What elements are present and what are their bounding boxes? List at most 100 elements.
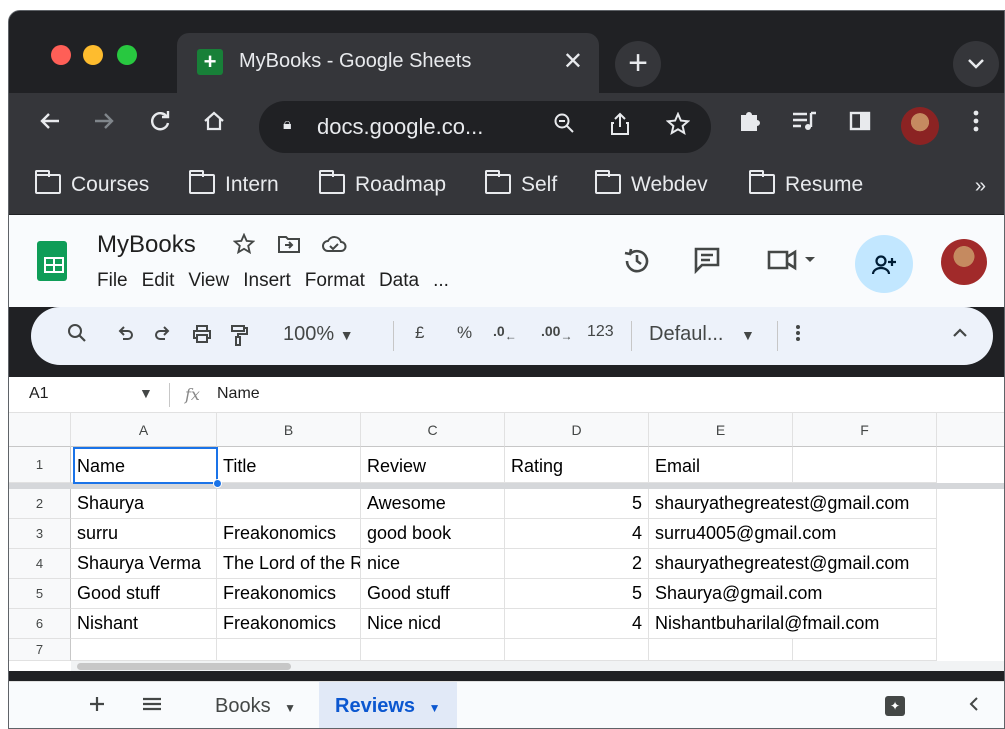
grid-cell[interactable]: Good stuff (71, 579, 217, 609)
profile-avatar[interactable] (901, 107, 939, 145)
move-document-button[interactable] (277, 233, 301, 261)
grid-cell[interactable] (649, 639, 793, 661)
horizontal-scrollbar[interactable] (71, 661, 1004, 671)
version-history-button[interactable] (617, 245, 657, 284)
column-header-a[interactable]: A (71, 413, 217, 447)
menu-file[interactable]: File (97, 270, 128, 291)
grid-cell[interactable]: Shaurya Verma (71, 549, 217, 579)
tab-search-button[interactable] (953, 41, 999, 87)
grid-cell[interactable]: 5 (505, 489, 649, 519)
bookmark-webdev[interactable]: Webdev (595, 170, 708, 203)
grid-cell[interactable]: nice (361, 549, 505, 579)
extensions-button[interactable] (733, 107, 767, 141)
search-menus-button[interactable] (67, 323, 87, 349)
bookmark-star-icon[interactable] (663, 111, 693, 143)
grid-cell[interactable]: shauryathegreatest@gmail.com (649, 489, 937, 519)
grid-cell[interactable]: Awesome (361, 489, 505, 519)
grid-cell[interactable] (793, 447, 937, 483)
side-panel-button[interactable] (843, 107, 877, 141)
bookmark-self[interactable]: Self (485, 170, 557, 203)
row-header[interactable]: 5 (9, 579, 71, 609)
grid-cell[interactable] (71, 639, 217, 661)
grid-cell[interactable]: 4 (505, 609, 649, 639)
cloud-status-button[interactable] (321, 233, 347, 261)
grid-cell[interactable]: Nice nicd (361, 609, 505, 639)
dropdown-arrow-icon[interactable]: ▼ (284, 701, 296, 715)
grid-cell[interactable]: surru (71, 519, 217, 549)
paint-format-button[interactable] (229, 323, 249, 353)
row-header[interactable]: 2 (9, 489, 71, 519)
column-header-b[interactable]: B (217, 413, 361, 447)
grid-cell[interactable]: Name (71, 447, 217, 483)
menu-view[interactable]: View (188, 270, 229, 291)
sheet-tab-books[interactable]: Books ▼ (199, 682, 312, 728)
grid-cell[interactable]: Freakonomics (217, 519, 361, 549)
sheet-tab-reviews[interactable]: Reviews ▼ (319, 682, 457, 728)
all-sheets-button[interactable] (141, 694, 163, 720)
row-header[interactable]: 4 (9, 549, 71, 579)
comments-button[interactable] (687, 245, 727, 282)
bookmark-intern[interactable]: Intern (189, 170, 279, 203)
share-page-icon[interactable] (605, 112, 635, 143)
grid-cell[interactable]: Title (217, 447, 361, 483)
name-box-dropdown-icon[interactable]: ▼ (139, 385, 153, 401)
document-title[interactable]: MyBooks (97, 231, 196, 259)
column-header-e[interactable]: E (649, 413, 793, 447)
tab-close-button[interactable]: ✕ (563, 47, 583, 76)
name-box[interactable]: A1 (29, 385, 49, 403)
menu-insert[interactable]: Insert (243, 270, 291, 291)
format-percent-button[interactable]: % (457, 323, 472, 343)
grid-cell[interactable]: 4 (505, 519, 649, 549)
close-window-button[interactable] (51, 45, 71, 65)
grid-cell[interactable]: Freakonomics (217, 579, 361, 609)
column-header-d[interactable]: D (505, 413, 649, 447)
back-button[interactable] (33, 107, 67, 141)
grid-cell[interactable]: Review (361, 447, 505, 483)
menu-data[interactable]: Data (379, 270, 419, 291)
zoom-select[interactable]: 100% ▼ (283, 323, 354, 346)
account-avatar[interactable] (941, 239, 987, 285)
meet-button[interactable] (765, 245, 825, 282)
font-select[interactable]: Defaul... ▼ (649, 323, 755, 346)
undo-button[interactable] (115, 323, 135, 349)
dropdown-arrow-icon[interactable]: ▼ (429, 701, 441, 715)
menu-edit[interactable]: Edit (142, 270, 175, 291)
row-header[interactable]: 1 (9, 447, 71, 483)
grid-cell[interactable]: good book (361, 519, 505, 549)
explore-icon[interactable]: ✦ (885, 696, 905, 716)
scrollbar-thumb[interactable] (77, 663, 291, 670)
grid-cell[interactable]: 5 (505, 579, 649, 609)
grid-cell[interactable]: Nishant (71, 609, 217, 639)
zoom-icon[interactable] (549, 112, 579, 141)
select-all-corner[interactable] (9, 413, 71, 447)
grid-cell[interactable]: Rating (505, 447, 649, 483)
grid-cell[interactable] (361, 639, 505, 661)
formula-input[interactable]: Name (217, 385, 260, 403)
maximize-window-button[interactable] (117, 45, 137, 65)
menu-more[interactable]: ... (433, 270, 449, 291)
format-currency-button[interactable]: £ (415, 323, 424, 343)
grid-cell[interactable]: Good stuff (361, 579, 505, 609)
more-formats-button[interactable]: 123 (587, 323, 614, 341)
bookmark-resume[interactable]: Resume (749, 170, 863, 203)
grid-cell[interactable]: Nishantbuharilal@fmail.com (649, 609, 937, 639)
column-header-f[interactable]: F (793, 413, 937, 447)
grid-cell[interactable]: 2 (505, 549, 649, 579)
menu-format[interactable]: Format (305, 270, 365, 291)
forward-button[interactable] (87, 107, 121, 141)
grid-cell[interactable]: shauryathegreatest@gmail.com (649, 549, 937, 579)
add-sheet-button[interactable] (87, 694, 107, 720)
column-header-g[interactable] (937, 413, 1004, 447)
more-tools-button[interactable] (795, 323, 801, 349)
address-bar[interactable]: 🔒︎ docs.google.co... (259, 101, 711, 153)
decrease-decimal-button[interactable]: .0← (493, 323, 517, 343)
grid-cell[interactable]: Shaurya@gmail.com (649, 579, 937, 609)
fill-handle[interactable] (213, 479, 222, 488)
hide-menus-button[interactable] (951, 323, 969, 346)
chrome-menu-button[interactable] (959, 107, 993, 141)
redo-button[interactable] (153, 323, 173, 349)
new-tab-button[interactable]: + (615, 41, 661, 87)
row-header[interactable]: 6 (9, 609, 71, 639)
increase-decimal-button[interactable]: .00→ (541, 323, 572, 343)
media-controls-button[interactable] (787, 107, 821, 141)
